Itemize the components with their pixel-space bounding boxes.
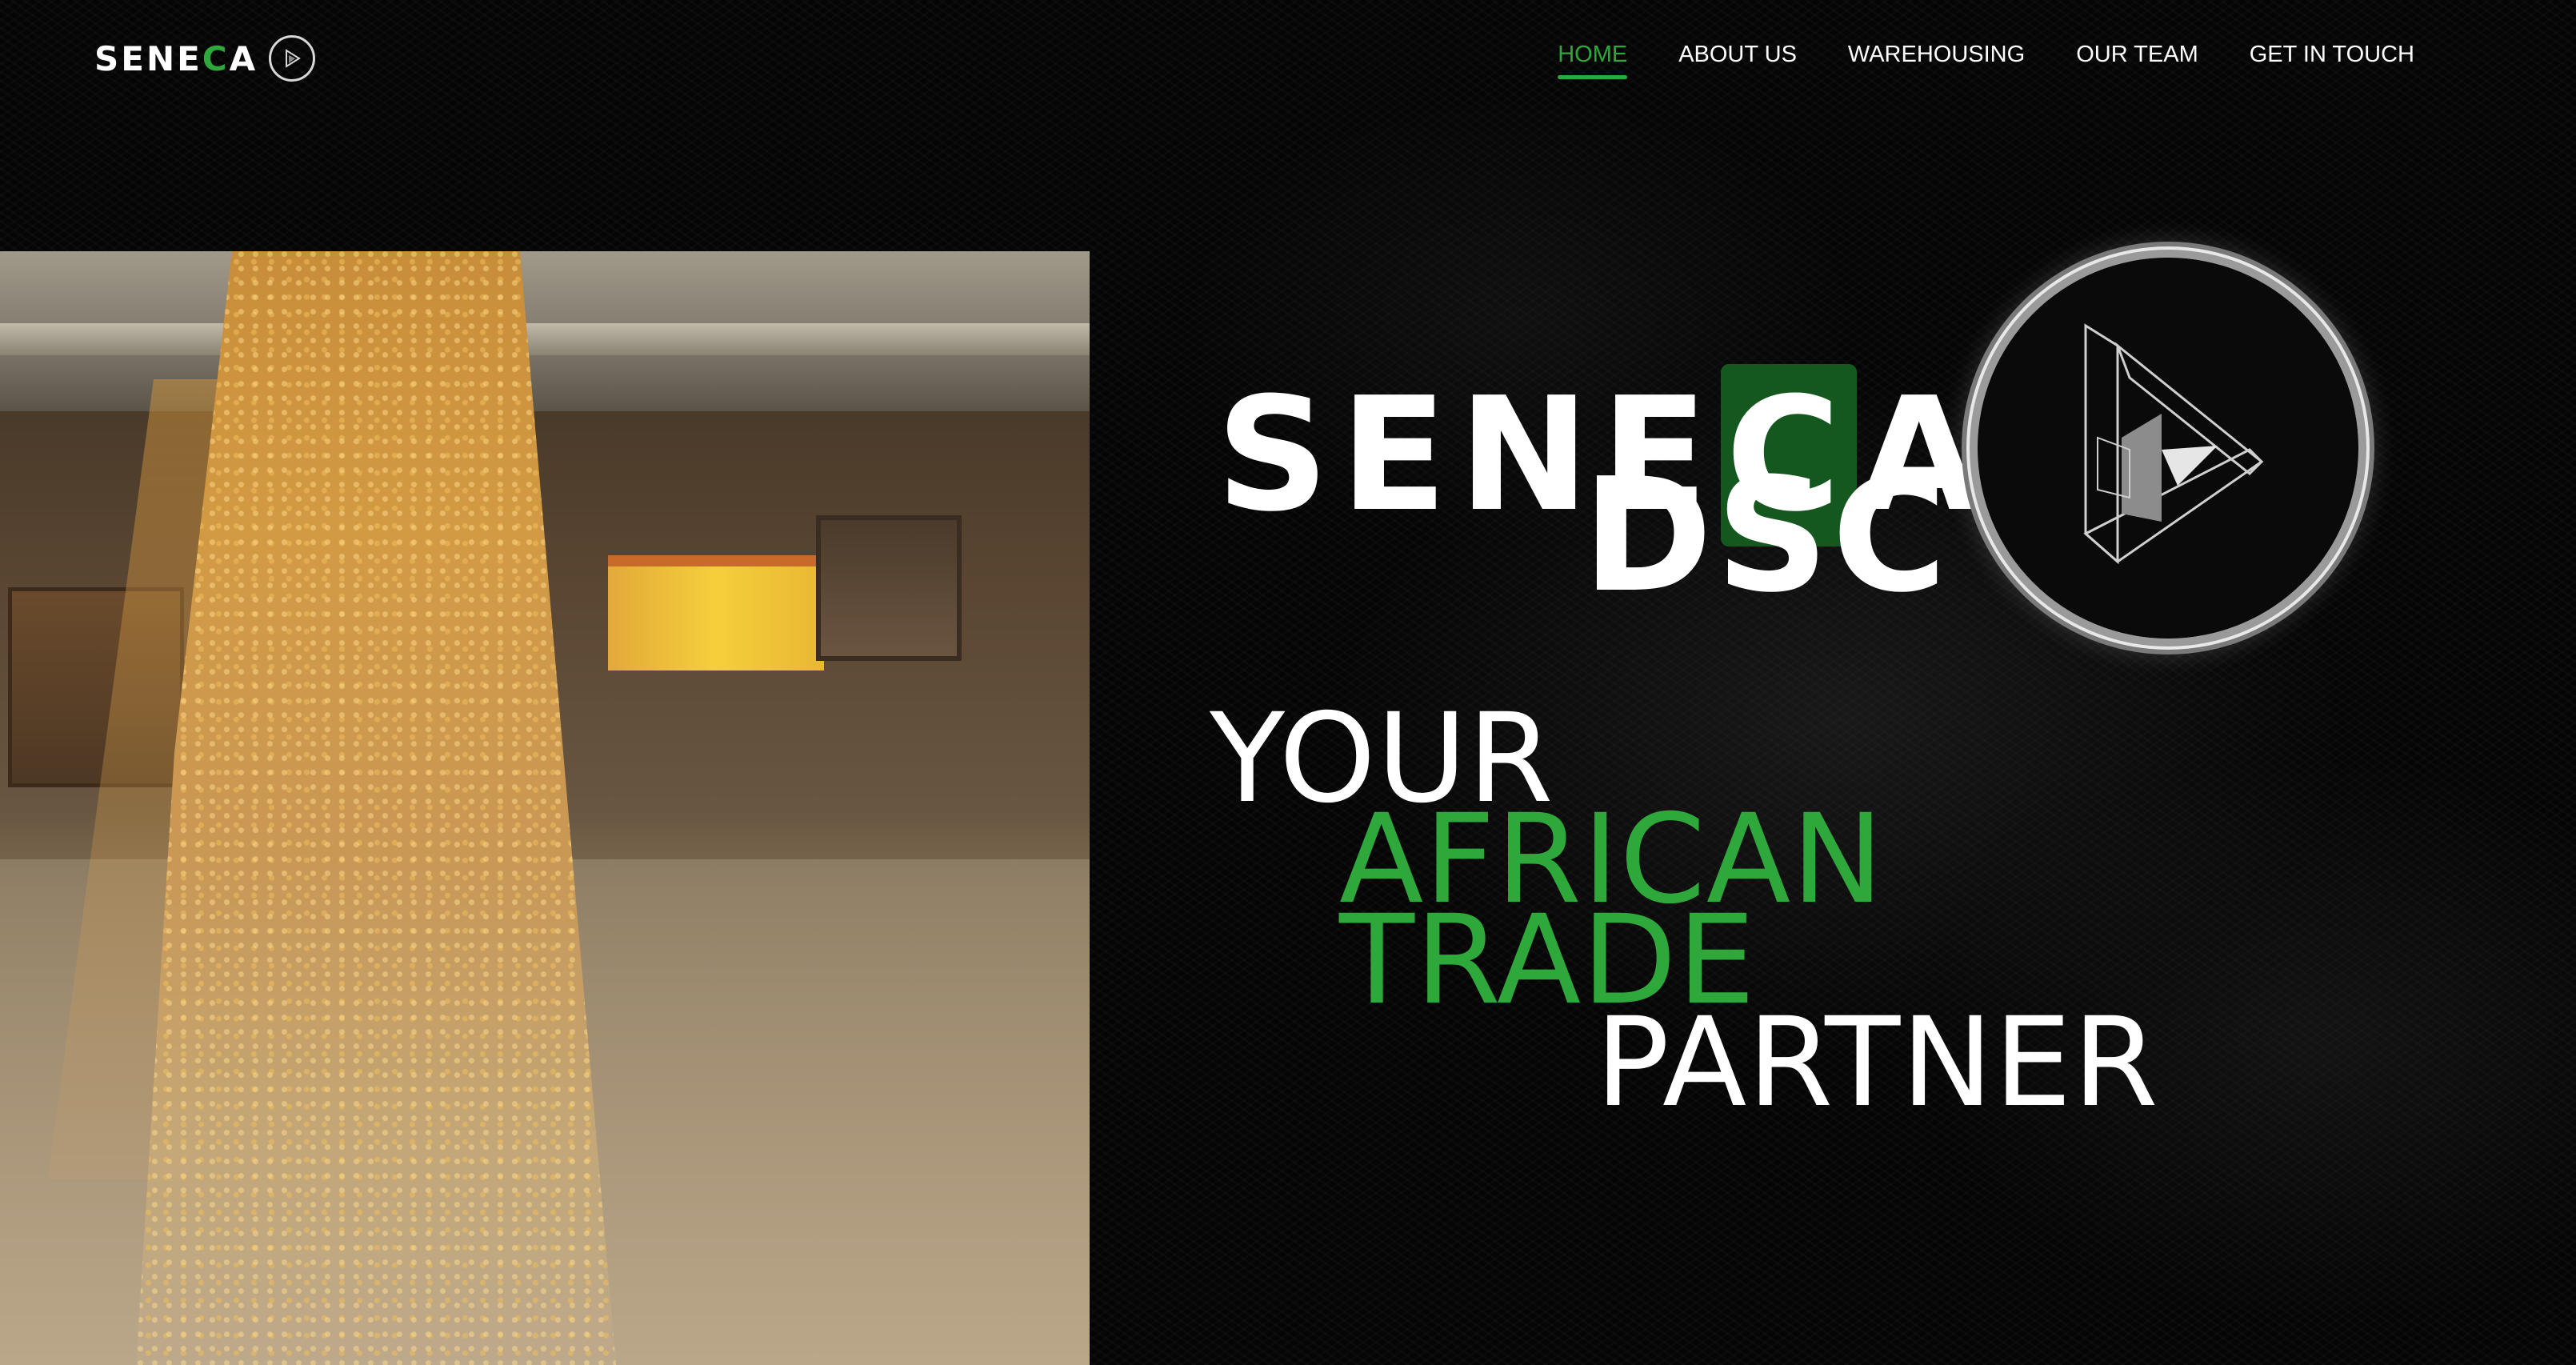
grain-pouring-photo: [0, 251, 1090, 1365]
site-header: SENECA HOME ABOUT US WAREHOUSING OUR TEA…: [0, 0, 2576, 120]
nav-get-in-touch[interactable]: GET IN TOUCH: [2250, 42, 2414, 79]
nav-warehousing[interactable]: WAREHOUSING: [1848, 42, 2025, 79]
hero-brand-subtitle: DSC: [1582, 445, 1950, 627]
nav-about-us[interactable]: ABOUT US: [1678, 42, 1797, 79]
impossible-triangle-emblem-icon: [1978, 258, 2358, 638]
logo-text: SENECA: [94, 38, 258, 78]
nav-home[interactable]: HOME: [1558, 42, 1628, 79]
site-logo[interactable]: SENECA: [94, 32, 316, 85]
main-nav: HOME ABOUT US WAREHOUSING OUR TEAM GET I…: [1558, 42, 2414, 79]
nav-our-team[interactable]: OUR TEAM: [2076, 42, 2198, 79]
logo-emblem-icon: [269, 35, 316, 82]
tagline-line-4: PARTNER: [1595, 991, 2159, 1135]
